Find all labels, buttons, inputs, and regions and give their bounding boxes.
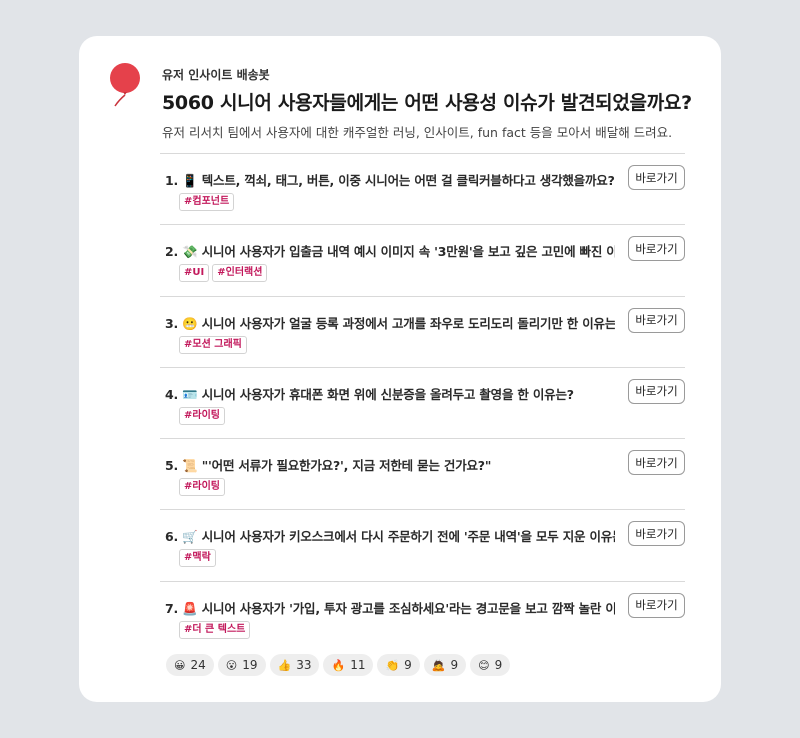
grinning-face-icon: 😀	[174, 658, 186, 672]
tag: #컴포넌트	[179, 193, 235, 211]
reaction-pill[interactable]: 👍 33	[269, 654, 320, 676]
go-button[interactable]: 바로가기	[628, 521, 685, 547]
fire-icon: 🔥	[331, 658, 346, 672]
reaction-pill[interactable]: 🔥 11	[323, 654, 374, 676]
tag: #더 큰 텍스트	[179, 620, 251, 639]
tag-list: #라이팅	[179, 406, 225, 425]
go-button[interactable]: 바로가기	[628, 236, 685, 262]
tag: #맥락	[179, 549, 216, 568]
message-headline: 5060 시니어 사용자들에게는 어떤 사용성 이슈가 발견되었을까요?	[162, 92, 692, 114]
insight-title: 6. 🛒 시니어 사용자가 키오스크에서 다시 주문하기 전에 '주문 내역'을…	[165, 529, 615, 545]
reaction-bar: 😀 24 😮 19 👍 33 🔥 11 👏 9 🙇 9 😊 9	[166, 654, 511, 676]
go-button[interactable]: 바로가기	[628, 165, 685, 190]
insight-item: 3. 😬 시니어 사용자가 얼굴 등록 과정에서 고개를 좌우로 도리도리 돌리…	[160, 295, 685, 367]
insight-title: 2. 💸 시니어 사용자가 입출금 내역 예시 이미지 속 '3만원'을 보고 …	[165, 244, 615, 260]
go-button[interactable]: 바로가기	[628, 592, 685, 618]
insight-item: 7. 🚨 시니어 사용자가 '가입, 투자 광고를 조심하세요'라는 경고문을 …	[160, 580, 685, 652]
tag: #라이팅	[179, 406, 225, 425]
reaction-pill[interactable]: 😮 19	[217, 654, 266, 676]
message-card: 유저 인사이트 배송봇 5060 시니어 사용자들에게는 어떤 사용성 이슈가 …	[79, 36, 721, 702]
reaction-pill[interactable]: 👏 9	[377, 654, 420, 676]
go-button[interactable]: 바로가기	[628, 307, 685, 333]
tag: #모션 그래픽	[179, 335, 247, 354]
insight-item: 2. 💸 시니어 사용자가 입출금 내역 예시 이미지 속 '3만원'을 보고 …	[160, 224, 685, 295]
bowing-person-icon: 🙇	[431, 658, 446, 672]
insight-item: 6. 🛒 시니어 사용자가 키오스크에서 다시 주문하기 전에 '주문 내역'을…	[160, 509, 685, 580]
reaction-count: 11	[350, 658, 366, 672]
message-subtitle: 유저 리서치 팀에서 사용자에 대한 캐주얼한 러닝, 인사이트, fun fa…	[162, 125, 673, 140]
tag-list: #라이팅	[179, 478, 225, 497]
insight-title: 1. 📱 텍스트, 꺽쇠, 태그, 버튼, 이중 시니어는 어떤 걸 클릭커블하…	[165, 173, 615, 188]
insight-list: 1. 📱 텍스트, 꺽쇠, 태그, 버튼, 이중 시니어는 어떤 걸 클릭커블하…	[160, 153, 685, 652]
tag-list: #더 큰 텍스트	[179, 620, 251, 639]
thumbs-up-icon: 👍	[277, 658, 292, 672]
tag-list: #모션 그래픽	[179, 335, 247, 354]
reaction-pill[interactable]: 😀 24	[166, 654, 214, 676]
reaction-count: 9	[450, 658, 459, 672]
insight-title: 4. 🪪 시니어 사용자가 휴대폰 화면 위에 신분증을 올려두고 촬영을 한 …	[165, 386, 574, 402]
reaction-pill[interactable]: 😊 9	[470, 654, 511, 676]
bot-name[interactable]: 유저 인사이트 배송봇	[162, 66, 270, 83]
reaction-pill[interactable]: 🙇 9	[423, 654, 467, 676]
insight-title: 7. 🚨 시니어 사용자가 '가입, 투자 광고를 조심하세요'라는 경고문을 …	[165, 600, 615, 616]
surprised-face-icon: 😮	[225, 658, 238, 672]
clapping-hands-icon: 👏	[385, 658, 400, 672]
reaction-count: 9	[494, 658, 503, 672]
tag-list: #맥락	[179, 549, 216, 568]
insight-title: 3. 😬 시니어 사용자가 얼굴 등록 과정에서 고개를 좌우로 도리도리 돌리…	[165, 315, 615, 331]
reaction-count: 24	[190, 658, 206, 672]
balloon-avatar-icon	[110, 63, 140, 107]
tag-list: #UI #인터랙션	[179, 264, 268, 283]
go-button[interactable]: 바로가기	[628, 450, 685, 476]
tag: #라이팅	[179, 478, 225, 497]
insight-item: 4. 🪪 시니어 사용자가 휴대폰 화면 위에 신분증을 올려두고 촬영을 한 …	[160, 366, 685, 438]
tag: #UI	[179, 264, 210, 283]
reaction-count: 33	[296, 658, 312, 672]
insight-item: 1. 📱 텍스트, 꺽쇠, 태그, 버튼, 이중 시니어는 어떤 걸 클릭커블하…	[160, 153, 685, 224]
reaction-count: 19	[242, 658, 258, 672]
reaction-count: 9	[404, 658, 412, 672]
insight-title: 5. 📜 "'어떤 서류가 필요한가요?', 지금 저한테 묻는 건가요?"	[165, 458, 492, 474]
tag: #인터랙션	[212, 264, 268, 283]
go-button[interactable]: 바로가기	[628, 378, 685, 404]
tag-list: #컴포넌트	[179, 193, 235, 211]
smiling-face-icon: 😊	[478, 658, 490, 672]
insight-item: 5. 📜 "'어떤 서류가 필요한가요?', 지금 저한테 묻는 건가요?" #…	[160, 438, 685, 509]
